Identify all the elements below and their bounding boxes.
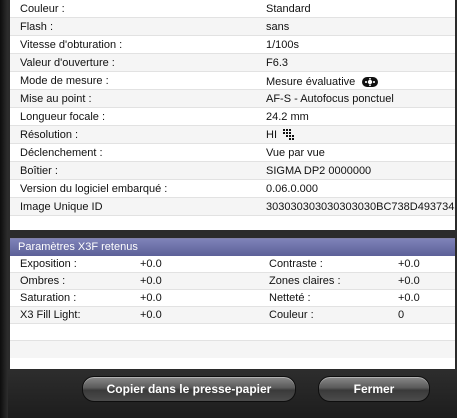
info-value-text: 24.2 mm xyxy=(266,111,309,123)
info-value-text: SIGMA DP2 0000000 xyxy=(266,165,372,177)
copy-to-clipboard-button[interactable]: Copier dans le presse-papier xyxy=(82,376,296,402)
info-row: Longueur focale : 24.2 mm xyxy=(10,108,455,126)
resolution-grid-icon xyxy=(283,129,294,140)
info-label: Valeur d'ouverture : xyxy=(20,57,115,69)
info-row: Mode de mesure : Mesure évaluative xyxy=(10,72,455,90)
x3f-value: +0.0 xyxy=(398,275,420,287)
info-value: 0.06.0.000 xyxy=(266,183,318,195)
x3f-settings-panel: Paramètres X3F retenus Exposition : +0.0… xyxy=(10,238,455,369)
info-row: Déclenchement : Vue par vue xyxy=(10,144,455,162)
x3f-label: Netteté : xyxy=(269,292,311,304)
x3f-label: Saturation : xyxy=(20,292,77,304)
x3f-row: Saturation : +0.0 Netteté : +0.0 xyxy=(10,290,455,307)
info-value-text: Vue par vue xyxy=(266,147,325,159)
info-value: 303030303030303030BC738D4937343464 xyxy=(266,201,455,213)
info-value: HI xyxy=(266,129,295,141)
info-value-text: Standard xyxy=(266,3,311,15)
info-value-text: sans xyxy=(266,21,290,33)
info-row: Résolution : HI xyxy=(10,126,455,144)
image-info-panel: Couleur : Standard Flash : sans Vitesse … xyxy=(10,0,455,230)
x3f-row-empty xyxy=(10,341,455,358)
info-value-text: Mesure évaluative xyxy=(266,76,356,88)
info-label: Mise au point : xyxy=(20,93,92,105)
info-value: 1/100s xyxy=(266,39,299,51)
x3f-value: +0.0 xyxy=(140,275,162,287)
info-row: Image Unique ID 303030303030303030BC738D… xyxy=(10,198,455,216)
info-value: Vue par vue xyxy=(266,147,325,159)
info-label: Boîtier : xyxy=(20,165,58,177)
info-value: sans xyxy=(266,21,289,33)
info-row-empty xyxy=(10,216,455,230)
x3f-row-empty xyxy=(10,324,455,341)
info-row: Mise au point : AF-S - Autofocus ponctue… xyxy=(10,90,455,108)
info-row: Flash : sans xyxy=(10,18,455,36)
info-value: SIGMA DP2 0000000 xyxy=(266,165,371,177)
x3f-row: X3 Fill Light: +0.0 Couleur : 0 xyxy=(10,307,455,324)
x3f-row: Ombres : +0.0 Zones claires : +0.0 xyxy=(10,273,455,290)
info-value: 24.2 mm xyxy=(266,111,309,123)
x3f-label: Contraste : xyxy=(269,258,323,270)
x3f-label: Couleur : xyxy=(269,309,314,321)
info-label: Résolution : xyxy=(20,129,79,141)
x3f-value: +0.0 xyxy=(140,292,162,304)
x3f-value: +0.0 xyxy=(398,258,420,270)
info-row: Valeur d'ouverture : F6.3 xyxy=(10,54,455,72)
info-value-text: AF-S - Autofocus ponctuel xyxy=(266,93,394,105)
x3f-value: +0.0 xyxy=(398,292,420,304)
x3f-label: Exposition : xyxy=(20,258,77,270)
info-row: Couleur : Standard xyxy=(10,0,455,18)
x3f-value: +0.0 xyxy=(140,309,162,321)
info-label: Mode de mesure : xyxy=(20,75,109,87)
info-row: Vitesse d'obturation : 1/100s xyxy=(10,36,455,54)
info-label: Vitesse d'obturation : xyxy=(20,39,123,51)
x3f-label: Ombres : xyxy=(20,275,66,287)
x3f-label: Zones claires : xyxy=(269,275,341,287)
x3f-value: 0 xyxy=(398,309,405,321)
x3f-header: Paramètres X3F retenus xyxy=(10,239,455,256)
info-label: Couleur : xyxy=(20,3,65,15)
info-label: Longueur focale : xyxy=(20,111,106,123)
info-value: Mesure évaluative xyxy=(266,75,379,89)
info-label: Déclenchement : xyxy=(20,147,103,159)
info-label: Flash : xyxy=(20,21,54,33)
info-value-text: 1/100s xyxy=(266,39,300,51)
x3f-value: +0.0 xyxy=(140,258,162,270)
close-button[interactable]: Fermer xyxy=(318,376,430,402)
x3f-title: Paramètres X3F retenus xyxy=(18,241,138,253)
window-edge xyxy=(0,0,8,418)
info-row: Boîtier : SIGMA DP2 0000000 xyxy=(10,162,455,180)
info-row: Version du logiciel embarqué : 0.06.0.00… xyxy=(10,180,455,198)
info-value-text: 0.06.0.000 xyxy=(266,183,318,195)
x3f-label: X3 Fill Light: xyxy=(20,309,81,321)
evaluative-metering-icon xyxy=(362,77,379,87)
info-value-text: 303030303030303030BC738D4937343464 xyxy=(266,201,455,213)
info-value: AF-S - Autofocus ponctuel xyxy=(266,93,394,105)
info-label: Image Unique ID xyxy=(20,201,103,213)
info-value: F6.3 xyxy=(266,57,288,69)
x3f-row: Exposition : +0.0 Contraste : +0.0 xyxy=(10,256,455,273)
info-value: Standard xyxy=(266,3,311,15)
info-value-text: F6.3 xyxy=(266,57,289,69)
info-label: Version du logiciel embarqué : xyxy=(20,183,168,195)
info-value-text: HI xyxy=(266,129,277,141)
